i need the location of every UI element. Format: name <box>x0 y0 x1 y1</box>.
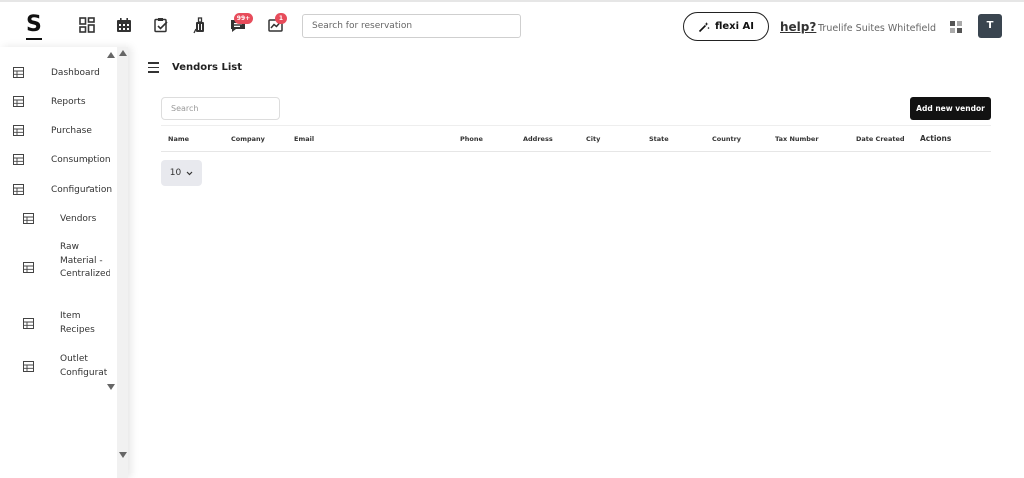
top-bar: S 99+ 1 Search for reservation flexi AI … <box>0 0 1024 47</box>
scroll-up-arrow[interactable] <box>119 50 127 56</box>
sidebar-item-label: Consumption <box>51 155 111 165</box>
apps-grid-icon[interactable] <box>950 21 962 33</box>
column-header-date-created[interactable]: Date Created <box>856 135 905 143</box>
column-header-state[interactable]: State <box>649 135 669 143</box>
reservation-search-input[interactable] <box>302 14 521 38</box>
magic-wand-icon <box>698 21 710 32</box>
chevron-down-icon <box>186 171 193 175</box>
sidebar-item-label: Configuration <box>51 185 113 195</box>
page-title: Vendors List <box>172 62 243 73</box>
clipboard-check-icon[interactable] <box>152 16 170 34</box>
notifications-badge: 99+ <box>234 13 253 24</box>
flexi-ai-button[interactable]: flexi AI <box>683 12 769 41</box>
property-name[interactable]: Truelife Suites Whitefield <box>818 23 936 34</box>
table-icon <box>13 96 24 107</box>
logo-underline <box>26 38 42 40</box>
table-icon <box>13 184 24 195</box>
column-header-country[interactable]: Country <box>712 135 741 143</box>
user-avatar[interactable]: T <box>978 14 1002 38</box>
page-size-value: 10 <box>169 168 182 178</box>
dashboard-grid-icon[interactable] <box>78 16 96 34</box>
scroll-down-arrow[interactable] <box>119 452 127 458</box>
column-header-phone[interactable]: Phone <box>460 135 483 143</box>
table-icon <box>23 213 34 224</box>
column-header-name[interactable]: Name <box>168 135 189 143</box>
table-header: Name Company Email Phone Address City St… <box>161 125 991 152</box>
sidebar-subitem-label: Raw Material - Centralized <box>60 242 110 279</box>
table-icon <box>23 318 34 329</box>
sidebar-scrollbar[interactable] <box>117 47 128 478</box>
menu-scroll-up-arrow[interactable] <box>107 52 115 58</box>
luggage-icon[interactable] <box>191 16 209 34</box>
column-header-actions: Actions <box>920 134 952 143</box>
sidebar-item-label: Reports <box>51 97 86 107</box>
calendar-icon[interactable] <box>115 16 133 34</box>
column-header-city[interactable]: City <box>586 135 600 143</box>
table-icon <box>13 154 24 165</box>
table-icon <box>13 125 24 136</box>
chevron-up-icon: ⌃ <box>86 185 92 193</box>
menu-scroll-down-arrow[interactable] <box>107 384 115 390</box>
vendor-search-input[interactable] <box>161 97 280 120</box>
app-logo[interactable]: S <box>26 14 42 36</box>
help-link[interactable]: help? <box>780 20 816 34</box>
page-size-select[interactable]: 10 <box>161 160 202 186</box>
sidebar-subitem-label: Item Recipes <box>60 311 95 335</box>
messages-badge: 1 <box>275 13 287 24</box>
add-vendor-button[interactable]: Add new vendor <box>910 97 991 120</box>
column-header-tax-number[interactable]: Tax Number <box>775 135 819 143</box>
chevron-down-icon: ⌄ <box>86 155 92 163</box>
menu-toggle-icon[interactable] <box>148 62 159 76</box>
table-icon <box>23 262 34 273</box>
sidebar-item-label: Dashboard <box>51 68 100 78</box>
column-header-company[interactable]: Company <box>231 135 265 143</box>
column-header-address[interactable]: Address <box>523 135 553 143</box>
table-icon <box>13 67 24 78</box>
flexi-ai-label: flexi AI <box>714 21 754 32</box>
sidebar-subitem-label: Outlet Configuration <box>60 354 107 378</box>
sidebar-item-label: Purchase <box>51 126 92 136</box>
sidebar-subitem-label: Vendors <box>60 214 97 224</box>
column-header-email[interactable]: Email <box>294 135 314 143</box>
table-icon <box>23 361 34 372</box>
